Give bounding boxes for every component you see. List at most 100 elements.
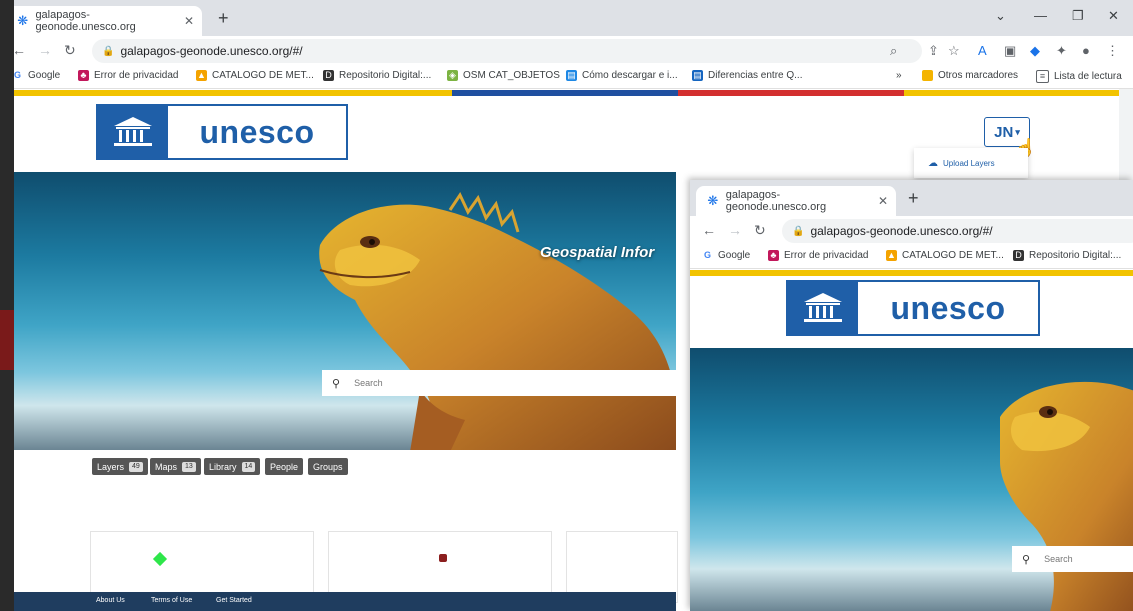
catalog-icon: ▲: [886, 250, 897, 261]
back-icon[interactable]: ←: [12, 42, 26, 58]
people-pill[interactable]: People: [265, 458, 304, 475]
overlay-tab-bar: ❋ galapagos-geonode.unesco.org ✕ +: [690, 180, 1133, 216]
browser-toolbar: ← → ↻ 🔒 galapagos-geonode.unesco.org/#/ …: [0, 36, 1133, 66]
close-tab-icon[interactable]: ✕: [184, 14, 194, 28]
cloud-upload-icon: ☁: [928, 157, 938, 169]
overlay-unesco-logo[interactable]: unesco: [786, 280, 1040, 336]
overlay-hero-banner: ⚲ Search: [690, 348, 1133, 611]
footer-get-started-link[interactable]: Get Started: [216, 597, 252, 604]
new-tab-icon[interactable]: +: [218, 8, 229, 29]
back-icon[interactable]: ←: [702, 222, 716, 238]
overlay-toolbar: ← → ↻ 🔒 galapagos-geonode.unesco.org/#/: [690, 216, 1133, 246]
catalog-icon: ▲: [196, 70, 207, 81]
unesco-logo[interactable]: unesco: [96, 104, 348, 160]
footer-about-link[interactable]: About Us: [96, 597, 125, 604]
geonode-favicon-icon: ❋: [707, 193, 719, 208]
layers-pill[interactable]: Layers 49: [92, 458, 148, 475]
extension-a-icon[interactable]: A: [978, 43, 987, 58]
tab-search-chevron-icon[interactable]: ⌄: [995, 8, 1006, 24]
bookmark-label: Otros marcadores: [938, 70, 1019, 81]
bookmark-error-privacidad[interactable]: ♣ Error de privacidad: [78, 70, 178, 81]
footer-terms-link[interactable]: Terms of Use: [151, 597, 192, 604]
tab-title: galapagos-geonode.unesco.org: [725, 189, 827, 213]
stripe-red: [678, 90, 904, 96]
pill-label: Maps: [155, 461, 178, 472]
bookmark-lista-lectura[interactable]: ≡ Lista de lectura: [1036, 70, 1122, 83]
minimize-icon[interactable]: —: [1034, 8, 1047, 23]
bookmark-repositorio[interactable]: D Repositorio Digital:...: [1013, 250, 1121, 261]
overlay-browser-window: ❋ galapagos-geonode.unesco.org ✕ + ← → ↻…: [690, 180, 1133, 611]
layer-thumbnail-red-marker: [439, 554, 447, 562]
bookmark-osm[interactable]: ◈ OSM CAT_OBJETOS: [447, 70, 560, 81]
maps-pill[interactable]: Maps 13: [150, 458, 201, 475]
reading-list-icon: ≡: [1036, 70, 1049, 83]
desktop-edge: [0, 0, 14, 611]
osm-icon: ◈: [447, 70, 458, 81]
pill-label: Library: [209, 461, 237, 472]
close-window-icon[interactable]: ✕: [1108, 8, 1119, 24]
pill-label: Groups: [313, 461, 343, 472]
bookmark-como-descargar[interactable]: ▤ Cómo descargar e i...: [566, 70, 678, 81]
zoom-icon[interactable]: ⌕: [890, 43, 897, 59]
bookmark-google[interactable]: G Google: [12, 70, 60, 81]
tree-icon: ♣: [78, 70, 89, 81]
hero-search-input[interactable]: ⚲ Search: [322, 370, 676, 396]
groups-pill[interactable]: Groups: [308, 458, 348, 475]
url-text: galapagos-geonode.unesco.org/#/: [120, 44, 303, 58]
profile-avatar-icon[interactable]: ●: [1082, 43, 1090, 58]
library-pill[interactable]: Library 14: [204, 458, 261, 475]
bookmark-star-icon[interactable]: ☆: [948, 43, 960, 59]
browser-tab[interactable]: ❋ galapagos-geonode.unesco.org ✕: [6, 6, 202, 36]
google-icon: G: [702, 250, 713, 261]
tab-bar: ❋ galapagos-geonode.unesco.org ✕ + ⌄ — ❐…: [0, 0, 1133, 36]
new-tab-icon[interactable]: +: [908, 188, 919, 209]
share-icon[interactable]: ⇪: [928, 43, 939, 59]
address-bar[interactable]: 🔒 galapagos-geonode.unesco.org/#/: [92, 39, 922, 63]
overlay-address-bar[interactable]: 🔒 galapagos-geonode.unesco.org/#/: [782, 219, 1133, 243]
bookmark-label: Error de privacidad: [94, 70, 179, 81]
reload-icon[interactable]: ↻: [754, 222, 766, 239]
menu-kebab-icon[interactable]: ⋮: [1106, 43, 1119, 59]
tab-title: galapagos-geonode.unesco.org: [35, 9, 136, 33]
upload-layers-menu-item[interactable]: Upload Layers: [943, 159, 995, 168]
search-icon: ⚲: [332, 377, 341, 390]
bookmark-label: Repositorio Digital:...: [339, 70, 432, 81]
overlay-search-input[interactable]: ⚲ Search: [1012, 546, 1133, 572]
overflow-chevron-icon: »: [896, 70, 902, 81]
dspace-icon: D: [1013, 250, 1024, 261]
close-tab-icon[interactable]: ✕: [878, 194, 888, 208]
bookmark-label: CATALOGO DE MET...: [212, 70, 314, 81]
bookmark-google[interactable]: G Google: [702, 250, 750, 261]
reload-icon[interactable]: ↻: [64, 42, 76, 59]
bookmark-otros-marcadores[interactable]: Otros marcadores: [922, 70, 1018, 81]
lock-icon: 🔒: [102, 45, 115, 57]
bookmark-label: Cómo descargar e i...: [582, 70, 678, 81]
stripe-blue: [452, 90, 678, 96]
bookmark-catalogo[interactable]: ▲ CATALOGO DE MET...: [196, 70, 314, 81]
folder-icon: [922, 70, 933, 81]
search-icon: ⚲: [1022, 553, 1031, 566]
bookmark-catalogo[interactable]: ▲ CATALOGO DE MET...: [886, 250, 1004, 261]
layer-thumbnail-green-marker: [152, 551, 168, 567]
user-dropdown-menu: ☁ Upload Layers: [914, 148, 1028, 178]
forward-icon[interactable]: →: [728, 222, 742, 238]
restore-icon[interactable]: ❐: [1072, 8, 1084, 24]
extension-cap-icon[interactable]: ◆: [1030, 43, 1040, 59]
bookmark-label: CATALOGO DE MET...: [902, 250, 1004, 261]
extensions-puzzle-icon[interactable]: ✦: [1056, 43, 1067, 59]
pill-label: Layers: [97, 461, 125, 472]
search-placeholder: Search: [354, 378, 383, 388]
hero-title: Geospatial Infor: [540, 244, 655, 261]
bookmark-error-privacidad[interactable]: ♣ Error de privacidad: [768, 250, 868, 261]
geonode-favicon-icon: ❋: [17, 13, 29, 28]
overlay-browser-tab[interactable]: ❋ galapagos-geonode.unesco.org ✕: [696, 186, 896, 216]
extension-pocket-icon[interactable]: ▣: [1004, 43, 1016, 59]
bookmark-repositorio[interactable]: D Repositorio Digital:...: [323, 70, 431, 81]
forward-icon[interactable]: →: [38, 42, 52, 58]
bookmark-label: Error de privacidad: [784, 250, 869, 261]
search-placeholder: Search: [1044, 554, 1073, 564]
bookmark-diferencias[interactable]: ▤ Diferencias entre Q...: [692, 70, 802, 81]
caret-down-icon: ▾: [1015, 126, 1020, 137]
bookmarks-overflow[interactable]: »: [896, 70, 902, 81]
unesco-temple-icon: [98, 106, 168, 158]
